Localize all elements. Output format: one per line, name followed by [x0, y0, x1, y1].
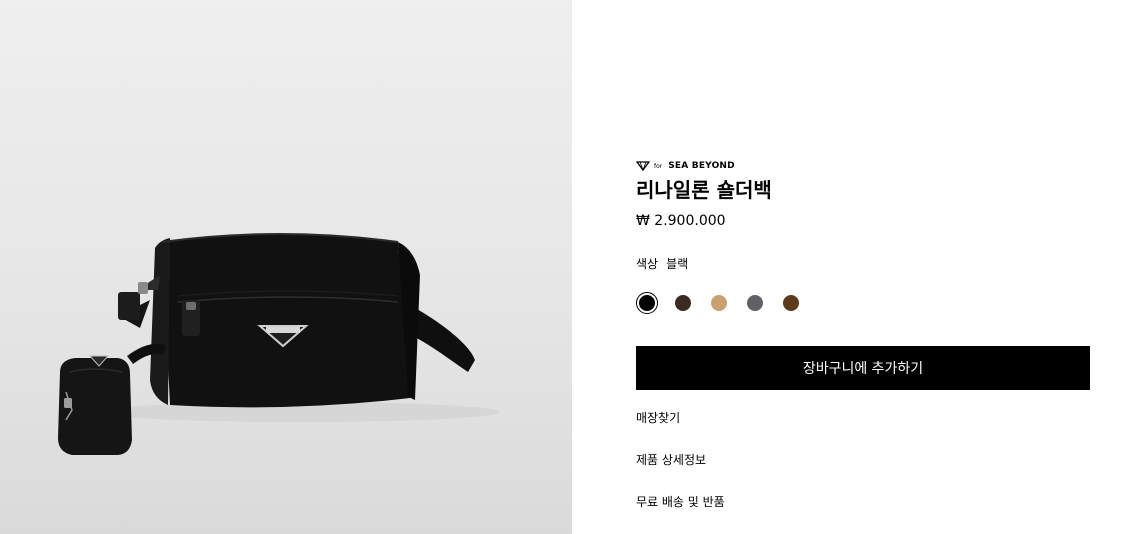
- color-swatch-dot: [639, 295, 655, 311]
- color-swatch[interactable]: [744, 292, 766, 314]
- color-swatch-dot: [675, 295, 691, 311]
- color-swatches: [636, 292, 802, 314]
- shipping-returns-link[interactable]: 무료 배송 및 반품: [636, 494, 725, 510]
- color-swatch-dot: [783, 295, 799, 311]
- product-image: [0, 0, 572, 534]
- product-title: 리나일론 숄더백: [636, 178, 772, 202]
- color-swatch-dot: [747, 295, 763, 311]
- sub-brand-for: for: [654, 162, 663, 170]
- diamond-icon: [636, 161, 650, 171]
- color-swatch[interactable]: [672, 292, 694, 314]
- product-info-panel: for SEA BEYOND 리나일론 숄더백 ₩ 2.900.000 색상 블…: [636, 0, 1090, 534]
- selected-color: 블랙: [666, 257, 689, 271]
- sub-brand: for SEA BEYOND: [636, 160, 735, 172]
- shoulder-bag-illustration: [58, 233, 500, 455]
- color-swatch[interactable]: [636, 292, 658, 314]
- add-to-cart-button[interactable]: 장바구니에 추가하기: [636, 346, 1090, 390]
- sub-brand-name: SEA BEYOND: [668, 161, 735, 171]
- product-details-link[interactable]: 제품 상세정보: [636, 452, 706, 468]
- product-price: ₩ 2.900.000: [636, 213, 726, 229]
- find-store-link[interactable]: 매장찾기: [636, 410, 680, 426]
- color-info: 색상 블랙: [636, 256, 688, 272]
- color-swatch-dot: [711, 295, 727, 311]
- color-swatch[interactable]: [708, 292, 730, 314]
- color-swatch[interactable]: [780, 292, 802, 314]
- color-label: 색상: [636, 257, 659, 271]
